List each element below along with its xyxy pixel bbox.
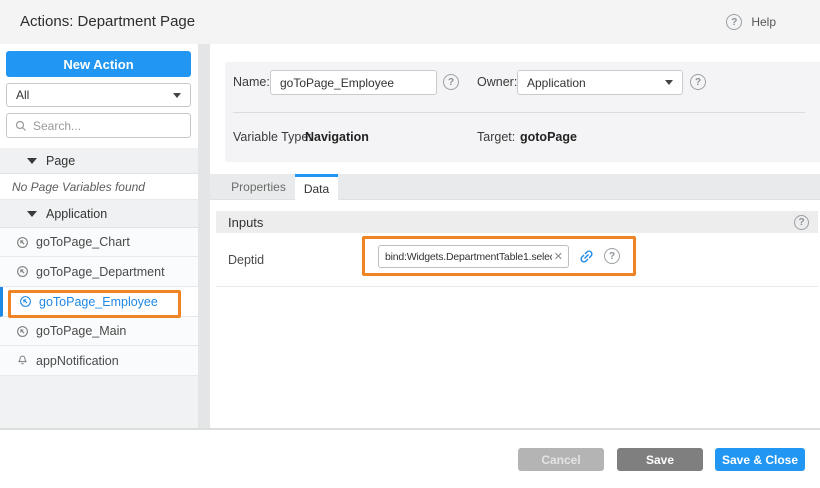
tree-group-application[interactable]: Application — [0, 200, 198, 228]
help-button[interactable]: ? Help — [726, 14, 776, 30]
search-field[interactable] — [6, 113, 191, 138]
sidebar-item-gotopage-employee[interactable]: goToPage_Employee — [0, 287, 198, 317]
inputs-help-icon[interactable]: ? — [794, 215, 809, 230]
chevron-down-icon — [665, 80, 673, 85]
actions-dialog: Actions: Department Page ? Help New Acti… — [0, 0, 820, 488]
page-title: Actions: Department Page — [20, 0, 195, 44]
name-field[interactable] — [270, 70, 437, 95]
save-button[interactable]: Save — [617, 448, 703, 471]
navigation-icon — [16, 325, 29, 338]
sidebar-item-gotopage-department[interactable]: goToPage_Department — [0, 257, 198, 287]
actions-sidebar: New Action All Page No Page Variables fo… — [0, 44, 198, 428]
owner-help-icon[interactable]: ? — [690, 74, 706, 90]
inputs-section-header: Inputs ? — [216, 211, 818, 233]
help-label: Help — [751, 15, 776, 29]
bell-icon — [16, 354, 29, 367]
collapse-arrow-icon — [27, 211, 37, 217]
empty-page-variables-message: No Page Variables found — [0, 174, 198, 200]
new-action-button[interactable]: New Action — [6, 51, 191, 77]
deptid-label: Deptid — [228, 233, 264, 287]
action-detail-panel: Name:* ? Owner:* Application ? Variable … — [210, 44, 820, 428]
navigation-icon — [16, 236, 29, 249]
sidebar-item-gotopage-main[interactable]: goToPage_Main — [0, 317, 198, 346]
navigation-icon — [16, 265, 29, 278]
variable-type-value: Navigation — [305, 125, 369, 150]
sidebar-item-gotopage-chart[interactable]: goToPage_Chart — [0, 228, 198, 257]
deptid-bind-field[interactable]: ✕ — [378, 245, 569, 268]
owner-dropdown-value: Application — [527, 76, 586, 90]
help-icon: ? — [726, 14, 742, 30]
variable-type-label: Variable Type: — [233, 125, 312, 150]
target-value: gotoPage — [520, 125, 577, 150]
panel-divider — [198, 44, 210, 428]
clear-binding-icon[interactable]: ✕ — [554, 250, 563, 263]
save-and-close-button[interactable]: Save & Close — [715, 448, 805, 471]
search-icon — [15, 120, 27, 132]
chevron-down-icon — [173, 93, 181, 98]
deptid-help-icon[interactable]: ? — [604, 248, 620, 264]
collapse-arrow-icon — [27, 158, 37, 164]
cancel-button[interactable]: Cancel — [518, 448, 604, 471]
inputs-section-title: Inputs — [228, 215, 794, 230]
tree-group-label: Page — [46, 154, 75, 168]
filter-dropdown[interactable]: All — [6, 83, 191, 107]
tree-group-page[interactable]: Page — [0, 148, 198, 174]
target-label: Target: — [477, 125, 515, 150]
sidebar-item-appnotification[interactable]: appNotification — [0, 346, 198, 376]
action-info-panel: Name:* ? Owner:* Application ? Variable … — [225, 62, 820, 162]
search-input[interactable] — [33, 119, 182, 133]
navigation-icon — [19, 295, 32, 308]
dialog-footer: Cancel Save Save & Close — [0, 430, 820, 488]
dialog-header: Actions: Department Page ? Help — [0, 0, 820, 44]
input-row-deptid: Deptid ✕ ? — [216, 233, 818, 287]
tree-group-label: Application — [46, 207, 107, 221]
bind-link-icon[interactable] — [576, 246, 596, 266]
divider — [233, 112, 805, 113]
detail-tabbar: Properties Data — [210, 174, 820, 200]
tab-data[interactable]: Data — [295, 174, 338, 201]
name-help-icon[interactable]: ? — [443, 74, 459, 90]
filter-dropdown-value: All — [16, 88, 29, 102]
sidebar-filler — [0, 376, 198, 428]
tab-properties[interactable]: Properties — [222, 174, 295, 200]
deptid-bind-input[interactable] — [385, 251, 552, 263]
owner-dropdown[interactable]: Application — [517, 70, 683, 95]
